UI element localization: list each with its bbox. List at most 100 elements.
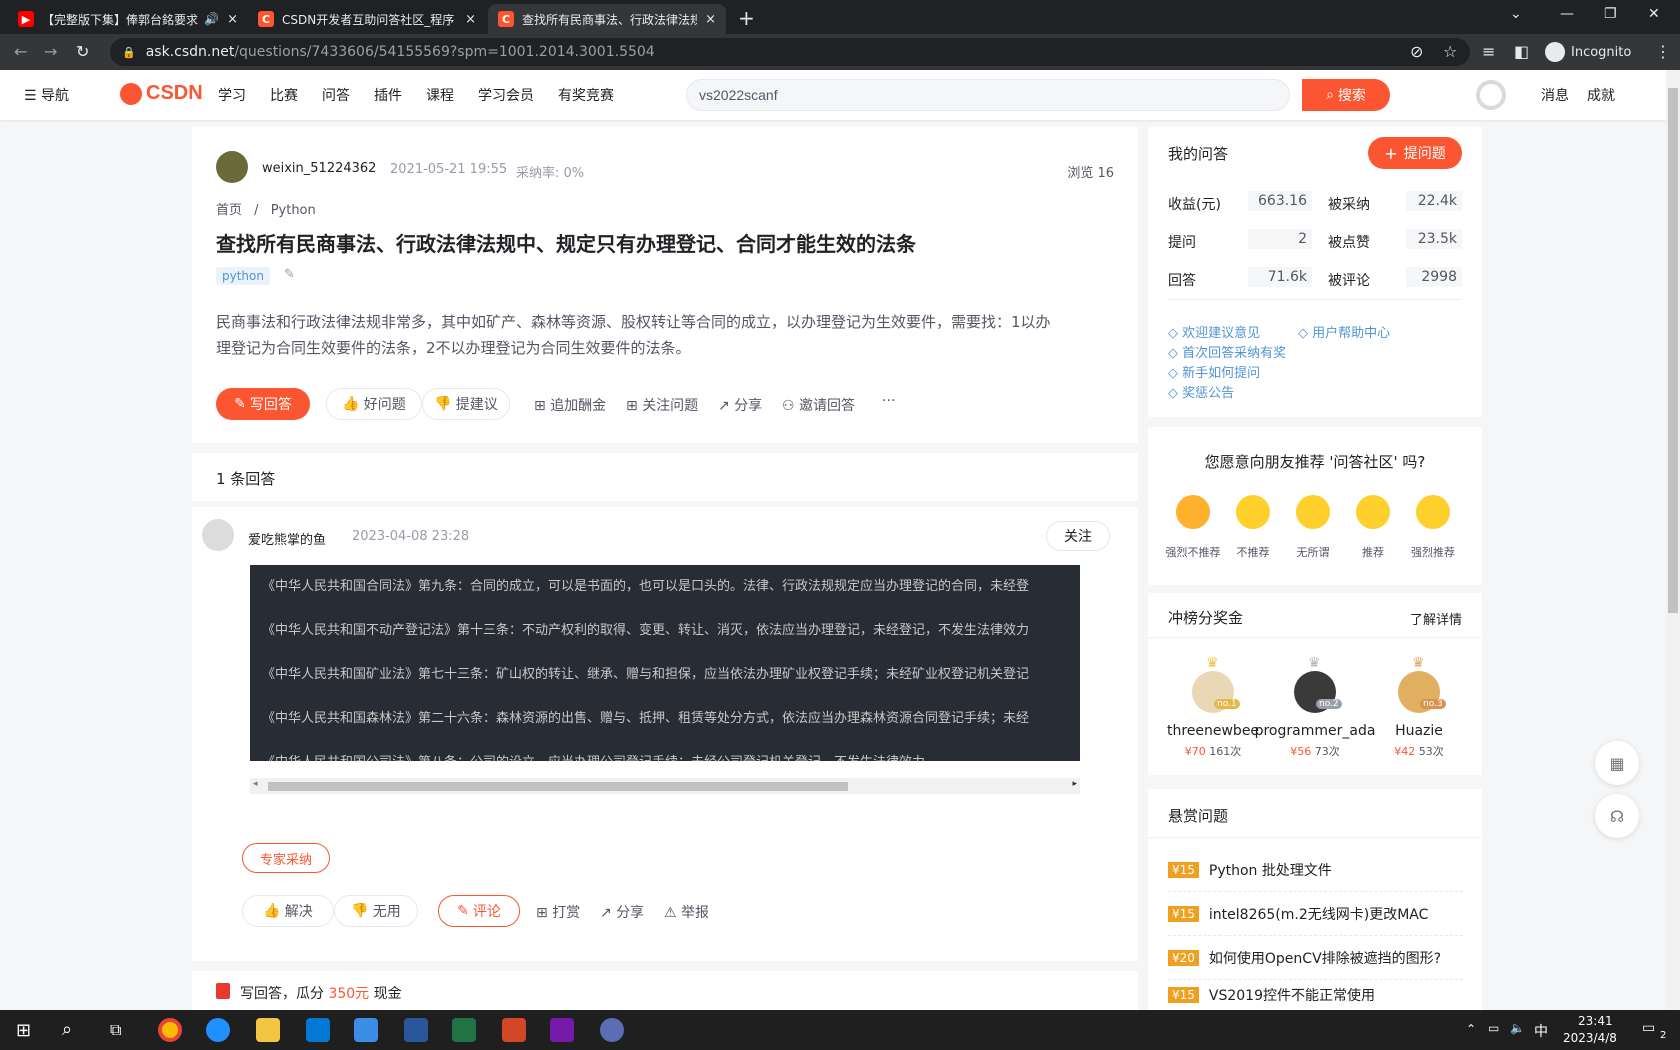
link-how-to-ask[interactable]: ◇ 新手如何提问	[1168, 362, 1260, 381]
bounty-item[interactable]: ¥15 intel8265(m.2无线网卡)更改MAC	[1168, 892, 1463, 936]
answerer-avatar[interactable]	[202, 519, 234, 551]
nav-item-prize[interactable]: 有奖竞赛	[558, 85, 614, 105]
ime-indicator[interactable]: 中	[1534, 1021, 1548, 1041]
csdn-logo[interactable]: CSDN	[120, 82, 203, 105]
new-tab-button[interactable]: +	[738, 6, 755, 30]
back-icon[interactable]: ←	[14, 42, 27, 61]
bookmark-star-icon[interactable]: ☆	[1443, 42, 1457, 61]
edge-icon[interactable]	[206, 1018, 230, 1042]
nav-item-vip[interactable]: 学习会员	[478, 85, 534, 105]
word-icon[interactable]	[404, 1018, 428, 1042]
windows-start-icon[interactable]: ⊞	[16, 1020, 31, 1041]
likely-emoji-icon[interactable]	[1356, 495, 1390, 529]
close-window-icon[interactable]: ✕	[1648, 6, 1660, 22]
achievements-link[interactable]: 成就	[1587, 85, 1615, 105]
report-button[interactable]: ⚠ 举报	[664, 902, 709, 922]
nav-item-qa[interactable]: 问答	[322, 85, 350, 105]
question-tag[interactable]: python	[216, 267, 270, 285]
address-bar[interactable]: 🔒 ask.csdn.net /questions/7433606/541555…	[110, 38, 1470, 66]
scrollbar-thumb[interactable]	[268, 782, 848, 791]
link-rewards-announcement[interactable]: ◇ 奖惩公告	[1168, 382, 1234, 401]
store-icon[interactable]	[306, 1018, 330, 1042]
messages-link[interactable]: 消息	[1541, 85, 1569, 105]
solve-button[interactable]: 👍 解决	[242, 895, 334, 927]
nav-item-contest[interactable]: 比赛	[270, 85, 298, 105]
bounty-item[interactable]: ¥15 Python 批处理文件	[1168, 848, 1463, 892]
write-answer-button[interactable]: ✎ 写回答	[216, 388, 310, 420]
invite-answer-button[interactable]: ⚇ 邀请回答	[782, 395, 855, 415]
minimize-icon[interactable]: —	[1560, 6, 1574, 22]
reward-button[interactable]: ⊞ 打赏	[536, 902, 580, 922]
good-question-button[interactable]: 👍 好问题	[326, 388, 422, 420]
nav-toggle[interactable]: ☰ 导航	[24, 85, 69, 105]
nav-item-plugin[interactable]: 插件	[374, 85, 402, 105]
useless-button[interactable]: 👎 无用	[334, 895, 418, 927]
page-scrollbar-thumb[interactable]	[1668, 88, 1678, 613]
very-unlikely-emoji-icon[interactable]	[1176, 495, 1210, 529]
clock-date[interactable]: 2023/4/8	[1563, 1031, 1617, 1045]
powerpoint-icon[interactable]	[502, 1018, 526, 1042]
browser-tab-1[interactable]: ▶ 【完整版下集】俸郭台銘要求 🔊 ×	[8, 4, 248, 34]
follow-question-button[interactable]: ⊞ 关注问题	[626, 395, 698, 415]
excel-icon[interactable]	[452, 1018, 476, 1042]
author-avatar[interactable]	[216, 151, 248, 183]
nav-item-course[interactable]: 课程	[426, 85, 454, 105]
link-feedback[interactable]: ◇ 欢迎建议意见	[1168, 322, 1260, 341]
browser-tab-2[interactable]: C CSDN开发者互助问答社区_程序 ×	[248, 4, 486, 34]
rank-name[interactable]: Huazie	[1349, 723, 1489, 739]
app-icon[interactable]	[600, 1018, 624, 1042]
scroll-left-icon[interactable]: ◂	[253, 779, 258, 789]
unlikely-emoji-icon[interactable]	[1236, 495, 1270, 529]
follow-answerer-button[interactable]: 关注	[1046, 521, 1110, 551]
link-first-answer-reward[interactable]: ◇ 首次回答采纳有奖	[1168, 342, 1286, 361]
speaker-icon[interactable]: 🔊	[204, 12, 219, 26]
link-help-center[interactable]: ◇ 用户帮助中心	[1298, 322, 1390, 341]
clock-time[interactable]: 23:41	[1578, 1014, 1613, 1028]
tray-chevron-icon[interactable]: ⌃	[1466, 1022, 1476, 1036]
tab-close-icon[interactable]: ×	[465, 12, 476, 27]
question-author[interactable]: weixin_51224362	[262, 161, 376, 176]
network-icon[interactable]: ▭	[1488, 1021, 1499, 1035]
comment-button[interactable]: ✎ 评论	[438, 895, 520, 927]
page-scrollbar[interactable]	[1666, 70, 1680, 1010]
add-bounty-button[interactable]: ⊞ 追加酬金	[534, 395, 606, 415]
promo-text[interactable]: 写回答，瓜分 350元 现金	[240, 983, 402, 1003]
menu-dots-icon[interactable]: ⋮	[1655, 42, 1671, 61]
chrome-icon[interactable]	[158, 1018, 182, 1042]
bounty-item[interactable]: ¥15 VS2019控件不能正常使用	[1168, 980, 1463, 1010]
edit-icon[interactable]: ✎	[284, 267, 295, 282]
media-queue-icon[interactable]: ≡	[1482, 42, 1495, 61]
answerer-name[interactable]: 爱吃熊掌的鱼	[248, 529, 326, 548]
browser-tab-3[interactable]: C 查找所有民商事法、行政法律法规 ×	[488, 4, 726, 34]
search-input[interactable]	[687, 80, 1247, 110]
very-likely-emoji-icon[interactable]	[1416, 495, 1450, 529]
code-horizontal-scrollbar[interactable]: ◂ ▸	[250, 778, 1080, 794]
task-view-icon[interactable]: ⧉	[110, 1020, 121, 1040]
search-button[interactable]: ⌕ 搜索	[1302, 79, 1390, 111]
mail-icon[interactable]	[354, 1018, 378, 1042]
scroll-right-icon[interactable]: ▸	[1072, 779, 1077, 789]
nav-item-learn[interactable]: 学习	[218, 85, 246, 105]
file-explorer-icon[interactable]	[256, 1018, 280, 1042]
forward-icon[interactable]: →	[44, 42, 57, 61]
restore-icon[interactable]: ❐	[1604, 6, 1617, 22]
share-answer-button[interactable]: ↗ 分享	[600, 902, 644, 922]
share-question-button[interactable]: ↗ 分享	[718, 395, 762, 415]
volume-icon[interactable]: 🔈	[1510, 1021, 1525, 1035]
headset-icon[interactable]: ☊	[1595, 794, 1639, 838]
tab-close-icon[interactable]: ×	[227, 12, 238, 27]
user-avatar[interactable]	[1476, 80, 1506, 110]
reload-icon[interactable]: ↻	[76, 42, 89, 61]
breadcrumb-home[interactable]: 首页	[216, 203, 242, 218]
notification-icon[interactable]: ▭	[1642, 1020, 1655, 1036]
tab-search-icon[interactable]: ⌄	[1510, 6, 1522, 22]
side-panel-icon[interactable]: ◧	[1514, 42, 1529, 61]
onenote-icon[interactable]	[550, 1018, 574, 1042]
bounty-item[interactable]: ¥20 如何使用OpenCV排除被遮挡的图形?	[1168, 936, 1463, 980]
lock-icon[interactable]: 🔒	[122, 46, 136, 59]
ask-question-button[interactable]: + 提问题	[1368, 137, 1462, 169]
suggest-button[interactable]: 👎 提建议	[422, 388, 510, 420]
incognito-profile[interactable]: Incognito	[1545, 42, 1631, 62]
breadcrumb-category[interactable]: Python	[271, 203, 316, 218]
tab-close-icon[interactable]: ×	[705, 12, 716, 27]
